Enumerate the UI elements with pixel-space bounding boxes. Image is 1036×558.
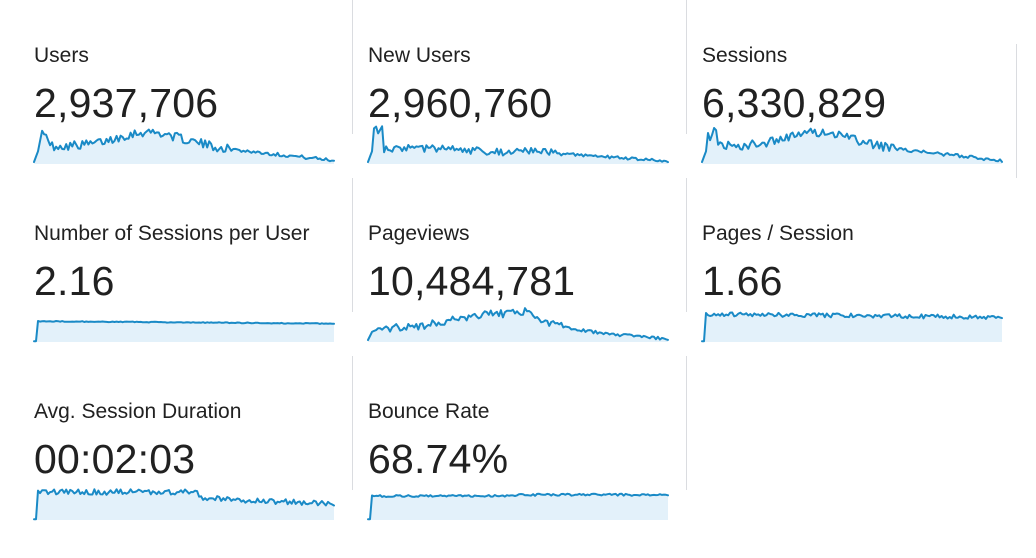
metric-value: 68.74%: [368, 436, 509, 482]
metric-label: New Users: [368, 44, 471, 67]
metric-value: 00:02:03: [34, 436, 196, 482]
metric-value: 6,330,829: [702, 80, 887, 126]
metric-card-pageviews[interactable]: Pageviews 10,484,781: [352, 178, 702, 356]
metric-card-sessions[interactable]: Sessions 6,330,829: [686, 0, 1036, 178]
sparkline: [33, 320, 335, 343]
metric-card-users[interactable]: Users 2,937,706: [33, 0, 368, 178]
metric-value: 2,960,760: [368, 80, 553, 126]
metric-value: 10,484,781: [368, 258, 576, 304]
metric-card-empty: [686, 356, 1036, 534]
metric-card-pages-per-session[interactable]: Pages / Session 1.66: [686, 178, 1036, 356]
metric-card-avg-session-duration[interactable]: Avg. Session Duration 00:02:03: [33, 356, 368, 534]
metric-label: Number of Sessions per User: [34, 222, 310, 245]
sparkline-area: [34, 129, 334, 164]
metric-label: Users: [34, 44, 89, 67]
metric-value: 1.66: [702, 258, 783, 304]
metric-label: Pageviews: [368, 222, 470, 245]
metric-card-sessions-per-user[interactable]: Number of Sessions per User 2.16: [33, 178, 368, 356]
sparkline: [33, 128, 335, 164]
metric-label: Avg. Session Duration: [34, 400, 242, 423]
sparkline-area: [34, 489, 334, 520]
metric-label: Pages / Session: [702, 222, 854, 245]
metric-value: 2,937,706: [34, 80, 219, 126]
metric-card-new-users[interactable]: New Users 2,960,760: [352, 0, 702, 178]
sparkline: [367, 492, 669, 521]
metric-label: Bounce Rate: [368, 400, 490, 423]
sparkline: [701, 311, 1003, 343]
column-divider: [1016, 44, 1017, 178]
sparkline: [701, 127, 1003, 164]
metric-label: Sessions: [702, 44, 788, 67]
metric-card-bounce-rate[interactable]: Bounce Rate 68.74%: [352, 356, 702, 534]
metric-value: 2.16: [34, 258, 115, 304]
sparkline: [33, 488, 335, 521]
sparkline: [367, 307, 669, 342]
sparkline: [367, 125, 669, 164]
metrics-grid: Users 2,937,706 New Users 2,960,760 Sess…: [0, 0, 1036, 558]
